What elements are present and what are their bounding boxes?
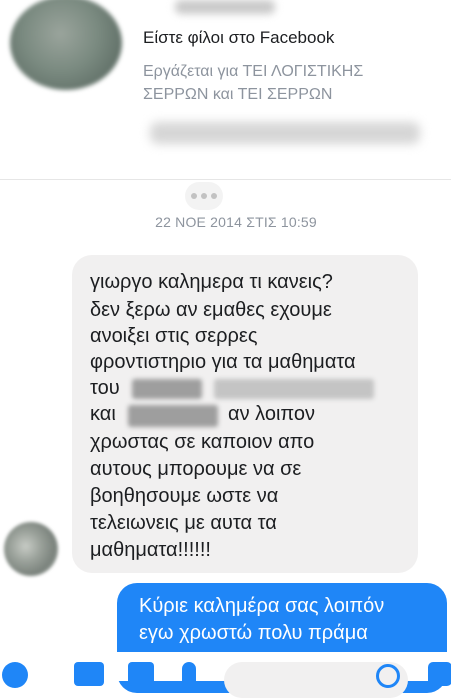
- redacted-text: [128, 405, 218, 427]
- profile-avatar[interactable]: [10, 0, 122, 90]
- message-line: γιωργο καλημερα τι κανεις?: [90, 271, 333, 293]
- work-info: Εργάζεται για ΤΕΙ ΛΟΓΙΣΤΙΚΗΣ ΣΕΡΡΩΝ και …: [143, 60, 443, 106]
- message-timestamp: 22 ΝΟΕ 2014 ΣΤΙΣ 10:59: [155, 214, 317, 230]
- redacted-text: [214, 379, 374, 399]
- work-info-line: ΣΕΡΡΩΝ και ΤΕΙ ΣΕΡΡΩΝ: [143, 86, 333, 103]
- blurred-name: [175, 0, 275, 14]
- composer-bar: [0, 652, 451, 698]
- message-line: Κύριε καλημέρα σας λοιπόν: [139, 595, 385, 617]
- typing-indicator-icon: [185, 182, 223, 210]
- message-line: αν λοιπον: [228, 403, 316, 425]
- message-line: δεν ξερω αν εμαθες εχουμε: [90, 299, 332, 321]
- message-line: εγω χρωστώ πολυ πράμα: [139, 622, 368, 644]
- redacted-text: [132, 379, 202, 399]
- message-line: του: [90, 377, 120, 399]
- microphone-icon[interactable]: [182, 662, 196, 688]
- message-line: φροντιστηριο για τα μαθηματα: [90, 351, 356, 373]
- work-info-line: Εργάζεται για ΤΕΙ ΛΟΓΙΣΤΙΚΗΣ: [143, 63, 364, 80]
- message-line: αυτους μπορουμε να σε: [90, 458, 302, 480]
- friends-status: Είστε φίλοι στο Facebook: [143, 28, 335, 47]
- message-line: βοηθησουμε ωστε να: [90, 485, 279, 507]
- incoming-message-bubble[interactable]: γιωργο καλημερα τι κανεις? δεν ξερω αν ε…: [72, 255, 418, 573]
- message-line: ανοιξει στις σερρες: [90, 325, 258, 347]
- like-icon[interactable]: [428, 662, 451, 686]
- sender-avatar[interactable]: [4, 522, 58, 576]
- plus-icon[interactable]: [2, 662, 28, 688]
- blurred-info: [150, 122, 420, 144]
- message-line: μαθηματα!!!!!!: [90, 539, 211, 561]
- emoji-icon[interactable]: [376, 664, 400, 688]
- camera-icon[interactable]: [74, 662, 104, 686]
- header-divider: [0, 179, 451, 180]
- message-line: και: [90, 403, 116, 425]
- image-icon[interactable]: [128, 662, 154, 686]
- message-line: τελειωνεις με αυτα τα: [90, 512, 277, 534]
- message-line: χρωστας σε καποιον απο: [90, 431, 315, 453]
